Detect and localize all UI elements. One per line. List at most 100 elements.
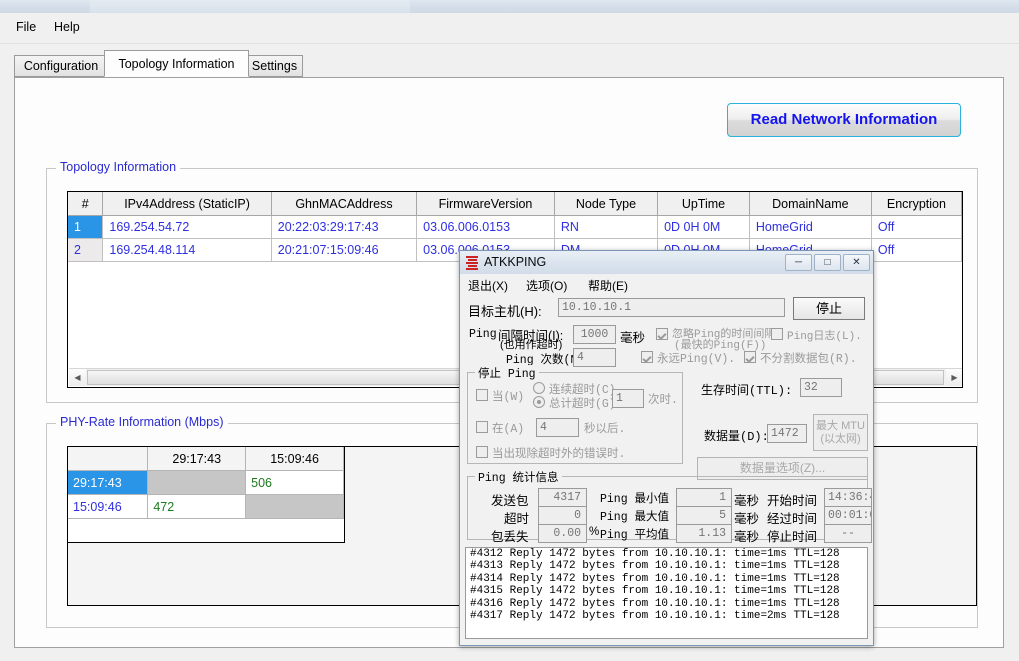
topology-col-mac[interactable]: GhnMACAddress bbox=[271, 192, 418, 216]
max-mtu-line2: (以太网) bbox=[820, 433, 861, 445]
ignore-interval-checkbox[interactable] bbox=[656, 328, 668, 340]
topology-row-1-firmware: 03.06.006.0153 bbox=[416, 215, 555, 239]
ping-log-label: Ping日志(L). bbox=[787, 331, 862, 343]
stat-avg-value: 1.13 bbox=[676, 524, 732, 543]
ping-log-output[interactable]: #4312 Reply 1472 bytes from 10.10.10.1: … bbox=[465, 547, 868, 639]
total-timeout-radio[interactable] bbox=[533, 396, 545, 408]
stop-after-checkbox[interactable] bbox=[476, 421, 488, 433]
total-timeout-label: 总计超时(G) bbox=[549, 398, 616, 411]
topology-group-title: Topology Information bbox=[56, 160, 181, 174]
stat-max-unit: 毫秒 bbox=[734, 512, 760, 526]
log-line: #4317 Reply 1472 bytes from 10.10.10.1: … bbox=[470, 610, 840, 623]
ping-forever-label: 永远Ping(V). bbox=[657, 353, 736, 366]
close-button[interactable]: ✕ bbox=[843, 254, 870, 271]
log-line: #4313 Reply 1472 bytes from 10.10.10.1: … bbox=[470, 560, 840, 573]
topology-row-2-ipv4: 169.254.48.114 bbox=[102, 238, 272, 262]
topology-row-1-mac: 20:22:03:29:17:43 bbox=[271, 215, 418, 239]
atkkping-menubar: 退出(X) 选项(O) 帮助(E) bbox=[460, 274, 873, 295]
phy-group-title: PHY-Rate Information (Mbps) bbox=[56, 415, 228, 429]
ping-statistics-legend: Ping 统计信息 bbox=[475, 469, 562, 485]
topology-row-1-ipv4: 169.254.54.72 bbox=[102, 215, 272, 239]
menu-file[interactable]: File bbox=[10, 19, 42, 35]
menu-help[interactable]: 帮助(E) bbox=[588, 277, 628, 294]
interval-label-line2: (也用作超时) bbox=[500, 339, 563, 351]
topology-row-1-index[interactable]: 1 bbox=[68, 215, 104, 239]
application-window: File Help Configuration Topology Informa… bbox=[0, 0, 1019, 661]
stop-button[interactable]: 停止 bbox=[793, 297, 865, 320]
menu-help[interactable]: Help bbox=[48, 19, 86, 35]
stat-max-label: Ping 最大值 bbox=[600, 511, 670, 524]
topology-row-2-mac: 20:21:07:15:09:46 bbox=[271, 238, 418, 262]
phy-col-header-1[interactable]: 29:17:43 bbox=[147, 447, 247, 471]
max-mtu-line1: 最大 MTU bbox=[816, 420, 865, 432]
stop-on-error-checkbox[interactable] bbox=[476, 446, 488, 458]
timeout-count-input[interactable]: 1 bbox=[612, 389, 644, 408]
max-mtu-button[interactable]: 最大 MTU (以太网) bbox=[813, 414, 868, 451]
stat-start-time-label: 开始时间 bbox=[767, 494, 818, 508]
ping-forever-checkbox[interactable] bbox=[641, 351, 653, 363]
atkkping-dialog: ATKKPING ─ □ ✕ 退出(X) 选项(O) 帮助(E) 目标主机(H)… bbox=[459, 250, 874, 646]
window-titlebar-highlight bbox=[90, 0, 410, 13]
tab-configuration[interactable]: Configuration bbox=[14, 55, 108, 77]
topology-col-nodetype[interactable]: Node Type bbox=[554, 192, 659, 216]
menu-options[interactable]: 选项(O) bbox=[526, 277, 567, 294]
ping-log-checkbox[interactable] bbox=[771, 328, 783, 340]
stop-when-checkbox[interactable] bbox=[476, 389, 488, 401]
topology-col-ipv4[interactable]: IPv4Address (StaticIP) bbox=[102, 192, 272, 216]
tab-strip: Configuration Topology Information Setti… bbox=[0, 44, 1019, 78]
target-host-label: 目标主机(H): bbox=[468, 304, 542, 319]
scroll-right-arrow-icon[interactable]: ▶ bbox=[946, 369, 962, 386]
target-host-input[interactable]: 10.10.10.1 bbox=[558, 298, 785, 317]
stop-on-error-label: 当出现除超时外的错误时. bbox=[492, 448, 626, 461]
interval-value-input[interactable]: 1000 bbox=[573, 325, 616, 344]
data-size-label: 数据量(D): bbox=[704, 430, 769, 444]
stop-after-suffix: 秒以后. bbox=[584, 423, 626, 436]
topology-row-1-nodetype: RN bbox=[554, 215, 659, 239]
stat-stop-time-value: -- bbox=[824, 524, 872, 543]
stat-avg-label: Ping 平均值 bbox=[600, 529, 670, 542]
table-row[interactable]: 1 169.254.54.72 20:22:03:29:17:43 03.06.… bbox=[68, 215, 962, 239]
stat-elapsed-value: 00:01:09 bbox=[824, 506, 872, 525]
topology-col-encryption[interactable]: Encryption bbox=[871, 192, 962, 216]
table-row[interactable]: 29:17:43 506 bbox=[68, 470, 344, 495]
ping-count-input[interactable]: 4 bbox=[573, 348, 616, 367]
tab-topology-information[interactable]: Topology Information bbox=[104, 50, 249, 77]
stop-ping-group-legend: 停止 Ping bbox=[475, 365, 539, 381]
log-line: #4315 Reply 1472 bytes from 10.10.10.1: … bbox=[470, 585, 840, 598]
log-line: #4312 Reply 1472 bytes from 10.10.10.1: … bbox=[470, 548, 840, 560]
minimize-button[interactable]: ─ bbox=[785, 254, 812, 271]
no-fragment-label: 不分割数据包(R). bbox=[760, 353, 857, 366]
stat-avg-unit: 毫秒 bbox=[734, 530, 760, 544]
phy-row-header-1[interactable]: 29:17:43 bbox=[68, 470, 149, 495]
menu-bar: File Help bbox=[0, 13, 1019, 44]
phy-cell-1-2: 506 bbox=[245, 470, 344, 495]
ttl-input[interactable]: 32 bbox=[800, 378, 842, 397]
phy-cell-2-1: 472 bbox=[147, 494, 247, 519]
topology-col-uptime[interactable]: UpTime bbox=[657, 192, 750, 216]
topology-col-firmware[interactable]: FirmwareVersion bbox=[416, 192, 555, 216]
data-size-input[interactable]: 1472 bbox=[767, 424, 807, 443]
stat-min-label: Ping 最小值 bbox=[600, 493, 670, 506]
atkkping-titlebar[interactable]: ATKKPING ─ □ ✕ bbox=[460, 251, 873, 275]
topology-col-domain[interactable]: DomainName bbox=[749, 192, 872, 216]
maximize-button[interactable]: □ bbox=[814, 254, 841, 271]
topology-row-2-index[interactable]: 2 bbox=[68, 238, 104, 262]
topology-row-2-encryption: Off bbox=[871, 238, 962, 262]
ping-prefix-label: Ping bbox=[469, 328, 497, 341]
topology-col-index[interactable]: # bbox=[68, 192, 104, 216]
topology-header-row: # IPv4Address (StaticIP) GhnMACAddress F… bbox=[68, 192, 962, 216]
table-row[interactable]: 15:09:46 472 bbox=[68, 494, 344, 519]
read-network-information-button[interactable]: Read Network Information bbox=[727, 103, 961, 137]
phy-row-header-2[interactable]: 15:09:46 bbox=[68, 494, 149, 519]
scroll-left-arrow-icon[interactable]: ◀ bbox=[69, 369, 86, 386]
phy-rate-table[interactable]: 29:17:43 15:09:46 29:17:43 506 15:09:46 … bbox=[67, 446, 345, 543]
phy-col-header-2[interactable]: 15:09:46 bbox=[245, 447, 344, 471]
window-titlebar bbox=[0, 0, 1019, 13]
topology-row-1-uptime: 0D 0H 0M bbox=[657, 215, 750, 239]
tab-settings[interactable]: Settings bbox=[246, 55, 303, 77]
stop-after-input[interactable]: 4 bbox=[536, 418, 579, 437]
consecutive-timeout-radio[interactable] bbox=[533, 382, 545, 394]
phy-cell-2-2 bbox=[245, 494, 344, 519]
no-fragment-checkbox[interactable] bbox=[744, 351, 756, 363]
menu-exit[interactable]: 退出(X) bbox=[468, 277, 508, 294]
